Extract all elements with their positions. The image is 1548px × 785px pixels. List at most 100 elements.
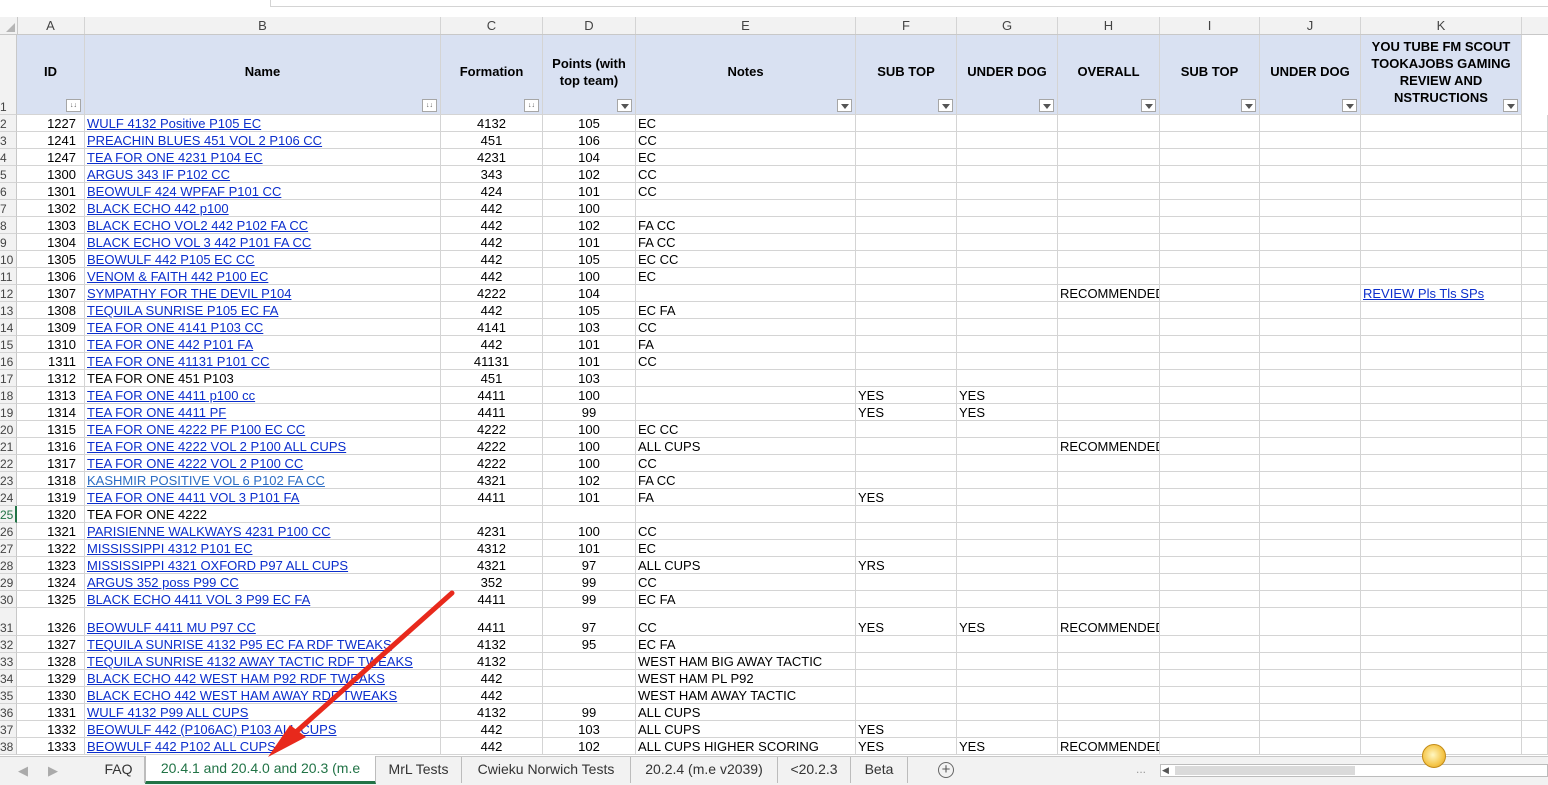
cell-h[interactable] [1058, 636, 1160, 653]
cell-j[interactable] [1260, 574, 1361, 591]
cell-g[interactable]: YES [957, 387, 1058, 404]
cell-b[interactable]: TEA FOR ONE 41131 P101 CC [85, 353, 441, 370]
cell-i[interactable] [1160, 670, 1260, 687]
cell-e[interactable] [636, 285, 856, 302]
cell-d[interactable]: 100 [543, 523, 636, 540]
cell-j[interactable] [1260, 319, 1361, 336]
cell-b[interactable]: TEA FOR ONE 442 P101 FA [85, 336, 441, 353]
row-number[interactable]: 9 [0, 234, 17, 251]
cell-f[interactable] [856, 455, 957, 472]
cell-b[interactable]: TEA FOR ONE 4411 PF [85, 404, 441, 421]
cell-f[interactable] [856, 472, 957, 489]
cell-i[interactable] [1160, 268, 1260, 285]
cell-d[interactable]: 99 [543, 704, 636, 721]
cell-c[interactable]: 442 [441, 302, 543, 319]
cell-e[interactable]: CC [636, 319, 856, 336]
row-number[interactable]: 16 [0, 353, 17, 370]
cell-l[interactable] [1522, 506, 1548, 523]
cell-a[interactable]: 1301 [17, 183, 85, 200]
cell-c[interactable]: 4321 [441, 472, 543, 489]
cell-b[interactable]: KASHMIR POSITIVE VOL 6 P102 FA CC [85, 472, 441, 489]
row-number[interactable]: 10 [0, 251, 17, 268]
row-number[interactable]: 22 [0, 455, 17, 472]
cell-c[interactable]: 4132 [441, 115, 543, 132]
cell-a[interactable]: 1326 [17, 608, 85, 636]
cell-k[interactable] [1361, 149, 1522, 166]
cell-c[interactable]: 442 [441, 687, 543, 704]
cell-l[interactable] [1522, 132, 1548, 149]
cell-l[interactable] [1522, 704, 1548, 721]
cell-b[interactable]: VENOM & FAITH 442 P100 EC [85, 268, 441, 285]
cell-h[interactable] [1058, 670, 1160, 687]
cell-j[interactable] [1260, 704, 1361, 721]
cell-g[interactable]: YES [957, 404, 1058, 421]
cell-e[interactable]: EC [636, 115, 856, 132]
add-sheet-icon[interactable]: + [938, 762, 954, 778]
cell-d[interactable]: 100 [543, 438, 636, 455]
cell-g[interactable] [957, 591, 1058, 608]
cell-e[interactable]: FA CC [636, 234, 856, 251]
row-number[interactable]: 20 [0, 421, 17, 438]
cell-g[interactable] [957, 489, 1058, 506]
row-number[interactable]: 17 [0, 370, 17, 387]
cell-hyperlink[interactable]: TEQUILA SUNRISE P105 EC FA [87, 303, 278, 318]
cell-h[interactable] [1058, 268, 1160, 285]
cell-c[interactable]: 4231 [441, 149, 543, 166]
cell-h[interactable]: RECOMMENDED [1058, 438, 1160, 455]
cell-f[interactable] [856, 251, 957, 268]
cell-d[interactable]: 100 [543, 268, 636, 285]
cell-b[interactable]: PARISIENNE WALKWAYS 4231 P100 CC [85, 523, 441, 540]
cell-h[interactable] [1058, 704, 1160, 721]
cell-i[interactable] [1160, 217, 1260, 234]
cell-b[interactable]: ARGUS 343 IF P102 CC [85, 166, 441, 183]
cell-f[interactable]: YES [856, 738, 957, 755]
cell-l[interactable] [1522, 404, 1548, 421]
cell-i[interactable] [1160, 574, 1260, 591]
row-number[interactable]: 2 [0, 115, 17, 132]
cell-f[interactable] [856, 132, 957, 149]
cell-h[interactable] [1058, 506, 1160, 523]
cell-i[interactable] [1160, 591, 1260, 608]
cell-f[interactable] [856, 217, 957, 234]
cell-a[interactable]: 1323 [17, 557, 85, 574]
cell-e[interactable]: ALL CUPS [636, 438, 856, 455]
cell-h[interactable]: RECOMMENDED [1058, 285, 1160, 302]
cell-hyperlink[interactable]: KASHMIR POSITIVE VOL 6 P102 FA CC [87, 473, 325, 488]
cell-b[interactable]: TEA FOR ONE 4222 PF P100 EC CC [85, 421, 441, 438]
cell-h[interactable] [1058, 115, 1160, 132]
cell-d[interactable]: 105 [543, 115, 636, 132]
cell-i[interactable] [1160, 166, 1260, 183]
cell-e[interactable]: EC [636, 268, 856, 285]
cell-f[interactable] [856, 653, 957, 670]
cell-g[interactable] [957, 653, 1058, 670]
filter-dropdown-icon[interactable] [938, 99, 953, 112]
cell-i[interactable] [1160, 506, 1260, 523]
cell-i[interactable] [1160, 404, 1260, 421]
cell-k[interactable] [1361, 591, 1522, 608]
cell-j[interactable] [1260, 268, 1361, 285]
cell-g[interactable] [957, 421, 1058, 438]
cell-h[interactable] [1058, 523, 1160, 540]
cell-g[interactable] [957, 670, 1058, 687]
cell-f[interactable] [856, 670, 957, 687]
cell-l[interactable] [1522, 319, 1548, 336]
cell-e[interactable]: CC [636, 132, 856, 149]
cell-l[interactable] [1522, 234, 1548, 251]
cell-hyperlink[interactable]: WULF 4132 Positive P105 EC [87, 116, 261, 131]
cell-g[interactable] [957, 268, 1058, 285]
cell-a[interactable]: 1327 [17, 636, 85, 653]
cell-j[interactable] [1260, 636, 1361, 653]
cell-g[interactable] [957, 302, 1058, 319]
cell-g[interactable] [957, 540, 1058, 557]
cell-h[interactable] [1058, 200, 1160, 217]
cell-f[interactable] [856, 234, 957, 251]
row-number[interactable]: 26 [0, 523, 17, 540]
cell-d[interactable]: 102 [543, 217, 636, 234]
cell-i[interactable] [1160, 704, 1260, 721]
cell-hyperlink[interactable]: TEA FOR ONE 4411 VOL 3 P101 FA [87, 490, 299, 505]
cell-e[interactable]: WEST HAM PL P92 [636, 670, 856, 687]
cell-j[interactable] [1260, 687, 1361, 704]
cell-j[interactable] [1260, 251, 1361, 268]
cell-hyperlink[interactable]: BEOWULF 442 (P106AC) P103 ALL CUPS [87, 722, 337, 737]
cell-a[interactable]: 1241 [17, 132, 85, 149]
